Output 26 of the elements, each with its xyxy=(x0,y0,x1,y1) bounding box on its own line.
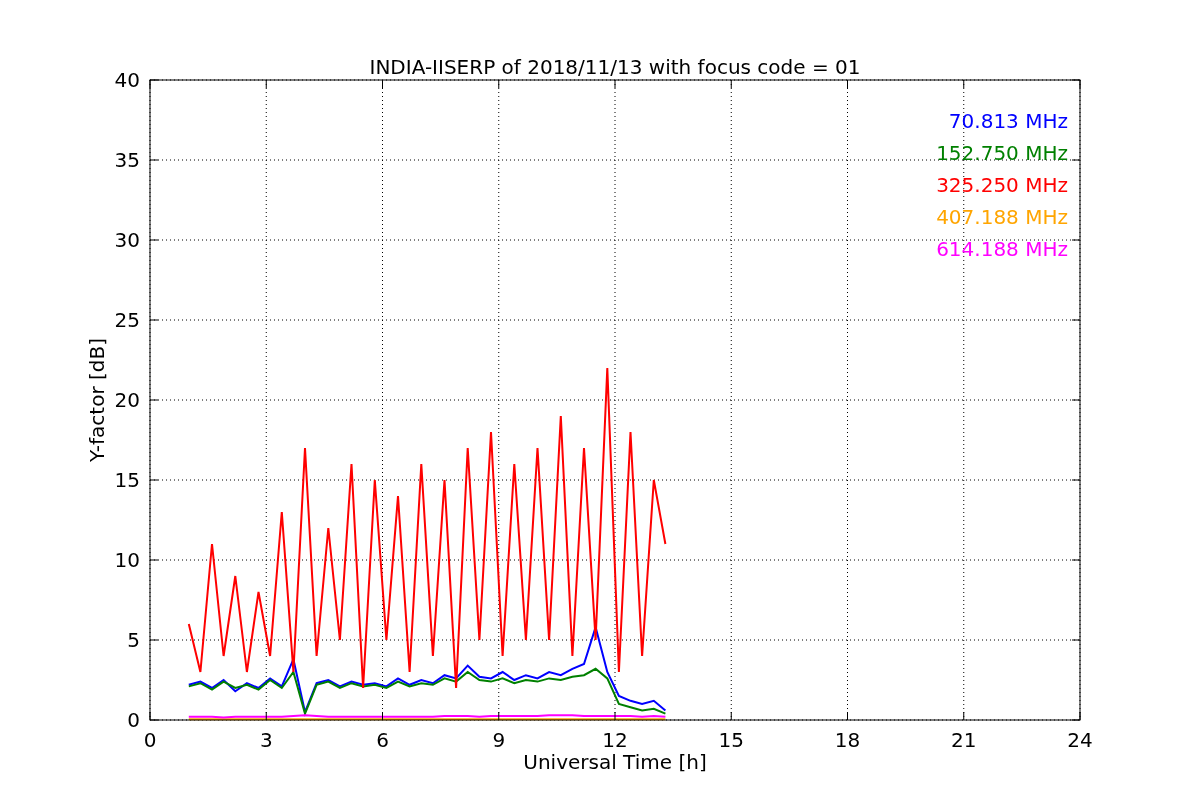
y-tick-label: 35 xyxy=(114,148,140,172)
x-tick-label: 15 xyxy=(718,728,744,752)
x-tick-label: 18 xyxy=(834,728,861,752)
legend-label: 70.813 MHz xyxy=(948,109,1068,133)
x-tick-label: 9 xyxy=(492,728,506,752)
y-tick-label: 30 xyxy=(114,228,140,252)
y-tick-label: 10 xyxy=(114,548,140,572)
legend-label: 152.750 MHz xyxy=(936,141,1068,165)
x-tick-label: 3 xyxy=(259,728,273,752)
x-tick-label: 12 xyxy=(602,728,628,752)
y-axis-label: Y-factor [dB] xyxy=(85,338,109,462)
x-tick-label: 0 xyxy=(143,728,157,752)
legend-label: 325.250 MHz xyxy=(936,173,1068,197)
y-tick-label: 25 xyxy=(114,308,140,332)
y-tick-label: 5 xyxy=(127,628,140,652)
x-tick-label: 21 xyxy=(951,728,977,752)
x-axis-label: Universal Time [h] xyxy=(523,750,707,774)
y-tick-label: 20 xyxy=(114,388,140,412)
chart-title: INDIA-IISERP of 2018/11/13 with focus code = 01 xyxy=(369,55,861,79)
legend-label: 407.188 MHz xyxy=(936,205,1068,229)
y-tick-label: 15 xyxy=(114,468,140,492)
legend-label: 614.188 MHz xyxy=(936,237,1068,261)
x-tick-label: 24 xyxy=(1067,728,1093,752)
x-tick-label: 6 xyxy=(376,728,389,752)
y-tick-label: 0 xyxy=(127,708,140,732)
y-tick-label: 40 xyxy=(114,68,140,92)
